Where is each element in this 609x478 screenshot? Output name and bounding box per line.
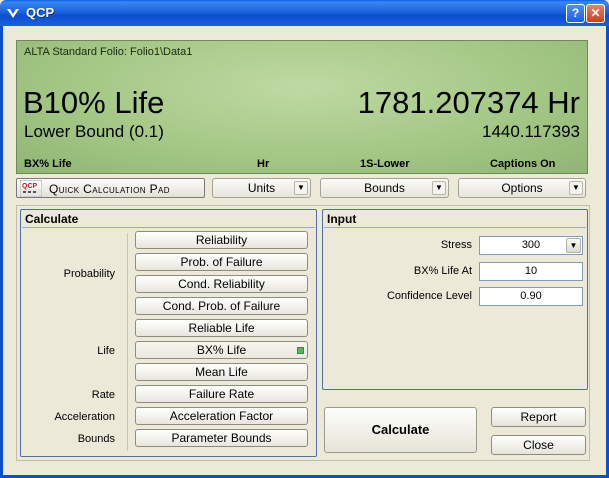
input-title: Input (327, 212, 357, 226)
options-label: Options (501, 181, 543, 195)
help-icon: ? (571, 6, 580, 20)
acceleration-factor-button[interactable]: Acceleration Factor (135, 407, 308, 425)
close-window-button[interactable]: ✕ (586, 4, 605, 23)
chevron-down-icon: ▼ (566, 238, 581, 253)
bx-life-at-label: BX% Life At (413, 265, 472, 277)
chevron-down-icon: ▼ (294, 181, 308, 195)
parameter-bounds-button[interactable]: Parameter Bounds (135, 429, 308, 447)
cond-prob-of-failure-button[interactable]: Cond. Prob. of Failure (135, 297, 308, 315)
display-footer-units: Hr (257, 158, 270, 170)
display-bound-value: 1440.117393 (481, 122, 580, 141)
help-button[interactable]: ? (566, 4, 585, 23)
cond-reliability-button[interactable]: Cond. Reliability (135, 275, 308, 293)
app-icon (7, 9, 19, 18)
close-button[interactable]: Close (491, 435, 586, 455)
units-dropdown[interactable]: Units ▼ (212, 178, 311, 198)
display-value: 1781.207374 Hr (357, 85, 580, 120)
display-bound-label: Lower Bound (0.1) (24, 122, 164, 141)
rate-label: Rate (91, 389, 115, 401)
failure-rate-button[interactable]: Failure Rate (135, 385, 308, 403)
display-source: ALTA Standard Folio: Folio1\Data1 (24, 46, 193, 58)
display-footer-metric: BX% Life (24, 158, 72, 170)
stress-label: Stress (440, 239, 472, 251)
qcp-label: Quick Calculation Pad (49, 182, 170, 196)
units-label: Units (247, 181, 276, 195)
calculate-title: Calculate (25, 212, 79, 226)
calculate-separator (22, 227, 315, 228)
stress-select[interactable]: 300 ▼ (479, 236, 583, 255)
bounds-dropdown[interactable]: Bounds ▼ (320, 178, 449, 198)
calculate-divider (127, 233, 128, 451)
input-separator (324, 227, 586, 228)
qcp-logo-icon: QCP (20, 180, 42, 197)
selected-indicator-icon (297, 347, 304, 354)
window-title: QCP (26, 5, 55, 20)
confidence-level-input[interactable]: 0.90 (479, 287, 583, 306)
bx-life-button[interactable]: BX% Life (135, 341, 308, 359)
report-button[interactable]: Report (491, 407, 586, 427)
bounds-label-row: Bounds (77, 433, 115, 445)
life-label: Life (97, 345, 115, 357)
reliable-life-button[interactable]: Reliable Life (135, 319, 308, 337)
stress-value: 300 (521, 239, 541, 251)
svg-text:QCP: QCP (22, 183, 38, 190)
display-metric: B10% Life (23, 85, 165, 120)
quick-calculation-pad-button[interactable]: QCP Quick Calculation Pad (16, 178, 205, 198)
title-bar: QCP ? ✕ (0, 0, 609, 26)
prob-of-failure-button[interactable]: Prob. of Failure (135, 253, 308, 271)
chevron-down-icon: ▼ (569, 181, 583, 195)
probability-label: Probability (63, 268, 115, 280)
results-display: ALTA Standard Folio: Folio1\Data1 B10% L… (16, 40, 588, 174)
confidence-level-label: Confidence Level (386, 290, 472, 302)
bx-life-label: BX% Life (196, 343, 247, 357)
chevron-down-icon: ▼ (432, 181, 446, 195)
mean-life-button[interactable]: Mean Life (135, 363, 308, 381)
bx-life-at-input[interactable]: 10 (479, 262, 583, 281)
close-icon: ✕ (590, 6, 601, 20)
options-dropdown[interactable]: Options ▼ (458, 178, 586, 198)
bounds-label: Bounds (364, 181, 405, 195)
reliability-button[interactable]: Reliability (135, 231, 308, 249)
display-footer-captions: Captions On (490, 158, 556, 170)
acceleration-label: Acceleration (54, 411, 115, 423)
calculate-button[interactable]: Calculate (324, 407, 477, 453)
display-footer-bounds: 1S-Lower (360, 158, 410, 170)
